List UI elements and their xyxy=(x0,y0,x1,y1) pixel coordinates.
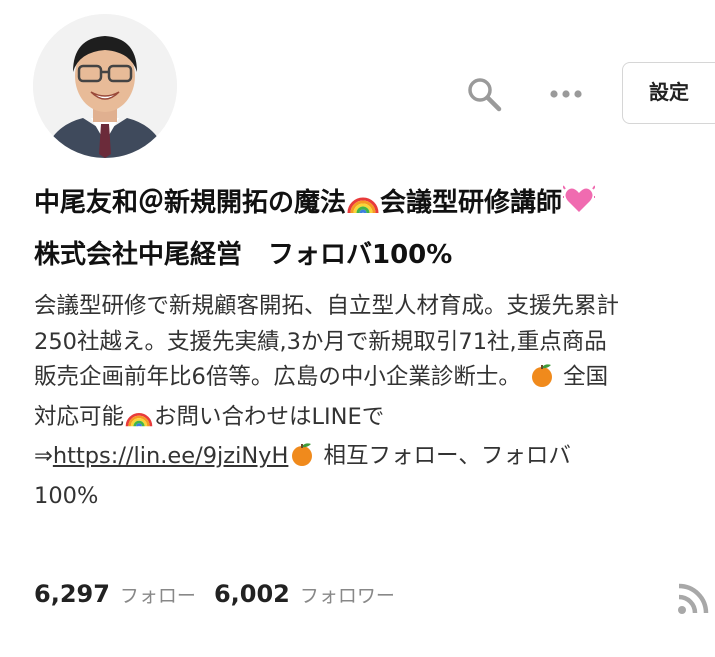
bio-link[interactable]: https://lin.ee/9jziNyH xyxy=(53,443,289,469)
bio-line-3: 販売企画前年比6倍等。広島の中小企業診断士。 全国 xyxy=(34,360,714,400)
following-stat[interactable]: 6,297 フォロー xyxy=(34,580,196,608)
bio-line-1: 会議型研修で新規顧客開拓、自立型人材育成。支援先累計 xyxy=(34,293,620,319)
bio-line-5: ⇒https://lin.ee/9jziNyH 相互フォロー、フォロバ xyxy=(34,439,714,479)
profile-name-text: 中尾友和＠新規開拓の魔法 xyxy=(34,188,347,218)
rainbow-icon xyxy=(125,404,153,440)
profile-name-line2: 株式会社中尾経営 フォロバ100% xyxy=(34,240,453,270)
bio-line-2: 250社越え。支援先実績,3か月で新規取引71社,重点商品 xyxy=(34,328,607,355)
settings-button[interactable]: 設定 xyxy=(622,62,715,124)
tangerine-icon xyxy=(529,362,555,400)
more-icon[interactable] xyxy=(546,80,586,108)
profile-name-line1: 中尾友和＠新規開拓の魔法 会議型研修講師 xyxy=(34,179,714,231)
follow-stats: 6,297 フォロー 6,002 フォロワー xyxy=(34,580,395,620)
search-icon[interactable] xyxy=(464,74,504,114)
rainbow-icon xyxy=(347,183,379,231)
followers-label: フォロワー xyxy=(299,585,395,607)
tangerine-icon xyxy=(289,441,315,479)
following-count: 6,297 xyxy=(34,580,110,608)
profile-name: 中尾友和＠新規開拓の魔法 会議型研修講師 株式会社中尾経営 フォロバ100% xyxy=(34,179,714,279)
avatar[interactable] xyxy=(33,14,177,158)
followers-count: 6,002 xyxy=(213,580,290,608)
followers-stat[interactable]: 6,002 フォロワー xyxy=(214,580,395,608)
bio-line-4: 対応可能 お問い合わせはLINEで xyxy=(34,400,714,440)
bio-line-6: 100% xyxy=(34,482,99,509)
sparkling-heart-icon xyxy=(562,183,597,231)
profile-title-text: 会議型研修講師 xyxy=(380,188,563,218)
rss-icon[interactable] xyxy=(676,582,710,616)
profile-bio: 会議型研修で新規顧客開拓、自立型人材育成。支援先累計 250社越え。支援先実績,… xyxy=(34,289,714,514)
following-label: フォロー xyxy=(119,585,196,607)
